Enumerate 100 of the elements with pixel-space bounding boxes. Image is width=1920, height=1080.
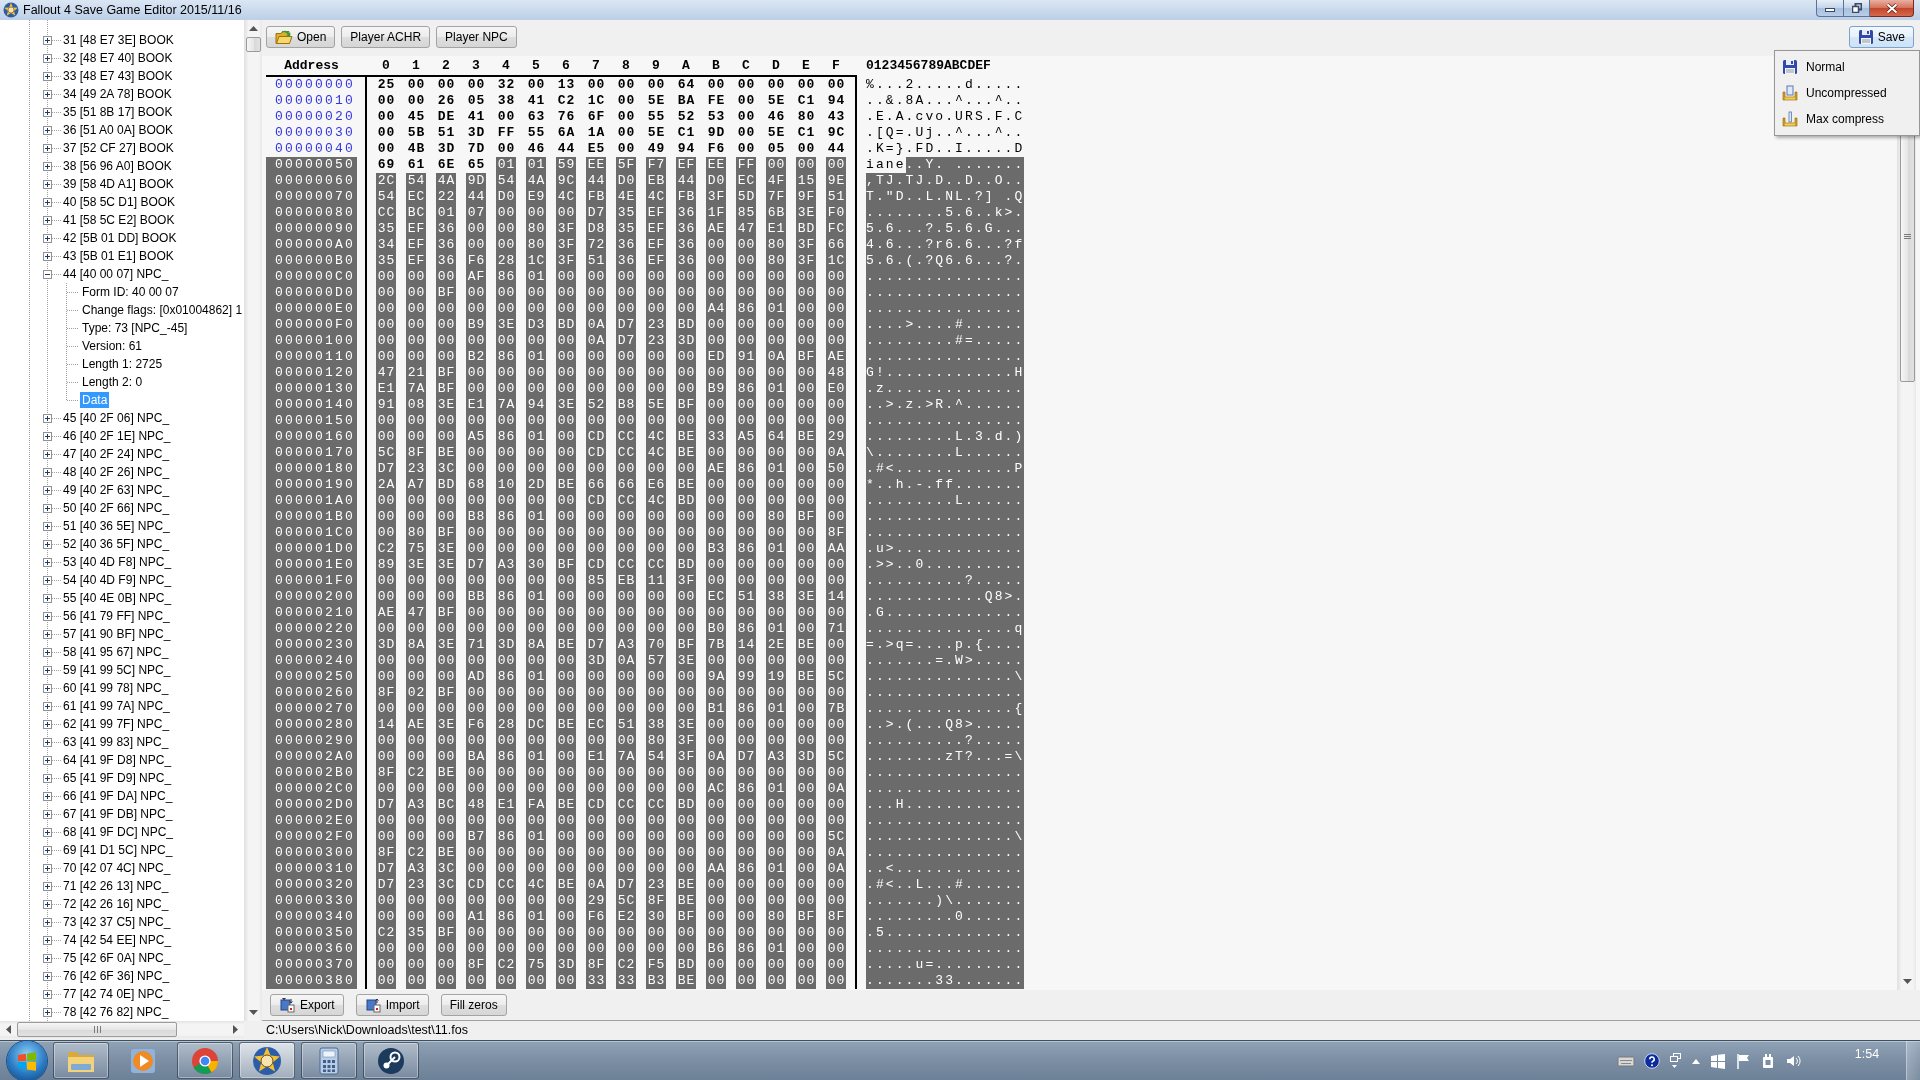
hex-byte[interactable]: 00 (436, 493, 456, 509)
hex-byte[interactable]: 3C (436, 877, 456, 893)
tree-item[interactable]: 65 [41 9F D9] NPC_ (61, 770, 174, 786)
hex-byte[interactable]: 14 (826, 589, 846, 605)
hex-byte[interactable]: 71 (466, 637, 486, 653)
hex-byte[interactable]: 00 (556, 925, 576, 941)
hex-byte[interactable]: 00 (436, 429, 456, 445)
plus-box-icon[interactable] (43, 719, 52, 729)
hex-byte[interactable]: 35 (616, 221, 636, 237)
hex-byte[interactable]: 00 (826, 397, 846, 413)
hex-byte[interactable]: 3D (496, 637, 516, 653)
plus-box-icon[interactable] (43, 935, 52, 945)
hex-byte[interactable]: 00 (526, 973, 546, 989)
hex-byte[interactable]: 00 (706, 813, 726, 829)
ascii-text[interactable]: .......)\....... (866, 893, 1025, 909)
hex-byte[interactable]: 00 (826, 77, 846, 93)
ascii-text[interactable]: ................ (866, 269, 1025, 285)
tree-item[interactable]: 69 [41 D1 5C] NPC_ (61, 842, 175, 858)
hex-byte[interactable]: 00 (706, 557, 726, 573)
hex-byte[interactable]: 00 (676, 941, 696, 957)
hex-byte[interactable]: 00 (436, 333, 456, 349)
hex-byte[interactable]: 00 (646, 349, 666, 365)
action-button[interactable]: Import (355, 994, 429, 1016)
hex-byte[interactable]: 00 (796, 893, 816, 909)
hex-byte[interactable]: 8F (406, 445, 426, 461)
plus-box-icon[interactable] (43, 773, 52, 783)
tree-item[interactable]: 41 [58 5C E2] BOOK (61, 212, 177, 228)
taskbar-button[interactable] (239, 1042, 295, 1079)
hex-byte[interactable]: B8 (616, 397, 636, 413)
hex-byte[interactable]: 00 (496, 205, 516, 221)
plus-box-icon[interactable] (43, 467, 52, 477)
taskbar-button[interactable] (53, 1042, 109, 1079)
hex-byte[interactable]: 00 (766, 365, 786, 381)
hex-byte[interactable]: 75 (526, 957, 546, 973)
hex-byte[interactable]: 33 (706, 429, 726, 445)
hex-byte[interactable]: 00 (526, 733, 546, 749)
hex-byte[interactable]: 00 (826, 477, 846, 493)
hex-byte[interactable]: 47 (406, 605, 426, 621)
hex-byte[interactable]: 00 (496, 813, 516, 829)
hex-byte[interactable]: 00 (406, 93, 426, 109)
hex-byte[interactable]: 00 (586, 669, 606, 685)
hex-byte[interactable]: 19 (766, 669, 786, 685)
hex-byte[interactable]: 91 (376, 397, 396, 413)
hex-byte[interactable]: 00 (796, 493, 816, 509)
hex-byte[interactable]: 00 (616, 349, 636, 365)
hex-byte[interactable]: 9A (706, 669, 726, 685)
hex-byte[interactable]: C2 (406, 845, 426, 861)
hex-byte[interactable]: 01 (526, 157, 546, 173)
hex-byte[interactable]: 3D (556, 957, 576, 973)
hex-byte[interactable]: BF (556, 557, 576, 573)
hex-byte[interactable]: 9C (826, 125, 846, 141)
hex-byte[interactable]: 7F (766, 189, 786, 205)
hex-byte[interactable]: 00 (766, 845, 786, 861)
hex-byte[interactable]: 00 (436, 509, 456, 525)
hex-byte[interactable]: F6 (466, 253, 486, 269)
hex-byte[interactable]: 00 (376, 813, 396, 829)
hex-byte[interactable]: 00 (436, 589, 456, 605)
hex-byte[interactable]: 00 (706, 445, 726, 461)
four-pane-icon[interactable] (1710, 1052, 1726, 1069)
hex-byte[interactable]: 00 (736, 253, 756, 269)
hex-byte[interactable]: 3E (436, 397, 456, 413)
hex-byte[interactable]: 00 (466, 445, 486, 461)
hex-byte[interactable]: 00 (616, 605, 636, 621)
hex-byte[interactable]: 00 (646, 765, 666, 781)
hex-byte[interactable]: 00 (616, 765, 636, 781)
hex-byte[interactable]: 69 (376, 157, 396, 173)
hex-byte[interactable]: 00 (796, 333, 816, 349)
hex-byte[interactable]: 00 (736, 493, 756, 509)
hex-byte[interactable]: 38 (646, 717, 666, 733)
hex-byte[interactable]: 00 (736, 653, 756, 669)
hex-byte[interactable]: 00 (436, 701, 456, 717)
start-button[interactable] (7, 1040, 47, 1080)
hex-byte[interactable]: 00 (466, 365, 486, 381)
hex-byte[interactable]: 00 (406, 781, 426, 797)
hex-byte[interactable]: 00 (466, 685, 486, 701)
hex-byte[interactable]: 86 (496, 429, 516, 445)
plus-box-icon[interactable] (43, 35, 52, 45)
tree-item[interactable]: 66 [41 9F DA] NPC_ (61, 788, 175, 804)
tree-item[interactable]: Type: 73 [NPC_-45] (80, 320, 190, 336)
hex-byte[interactable]: 00 (466, 845, 486, 861)
hex-byte[interactable]: 80 (526, 237, 546, 253)
hex-byte[interactable]: 00 (766, 317, 786, 333)
hex-byte[interactable]: B7 (466, 829, 486, 845)
hex-byte[interactable]: F7 (646, 157, 666, 173)
hex-byte[interactable]: 00 (466, 461, 486, 477)
plus-box-icon[interactable] (43, 107, 52, 117)
tree-item[interactable]: 45 [40 2F 06] NPC_ (61, 410, 172, 426)
ascii-text[interactable]: *..h.-.ff....... (866, 477, 1025, 493)
hex-byte[interactable]: 00 (796, 877, 816, 893)
hex-byte[interactable]: 00 (736, 365, 756, 381)
hex-byte[interactable]: BE (556, 717, 576, 733)
hex-byte[interactable]: 00 (406, 589, 426, 605)
hex-byte[interactable]: 57 (646, 653, 666, 669)
hex-byte[interactable]: 41 (466, 109, 486, 125)
hex-byte[interactable]: 00 (556, 381, 576, 397)
hex-byte[interactable]: 00 (796, 541, 816, 557)
plus-box-icon[interactable] (43, 161, 52, 171)
hex-byte[interactable]: 66 (586, 477, 606, 493)
hex-byte[interactable]: CC (646, 557, 666, 573)
hex-byte[interactable]: 7B (826, 701, 846, 717)
